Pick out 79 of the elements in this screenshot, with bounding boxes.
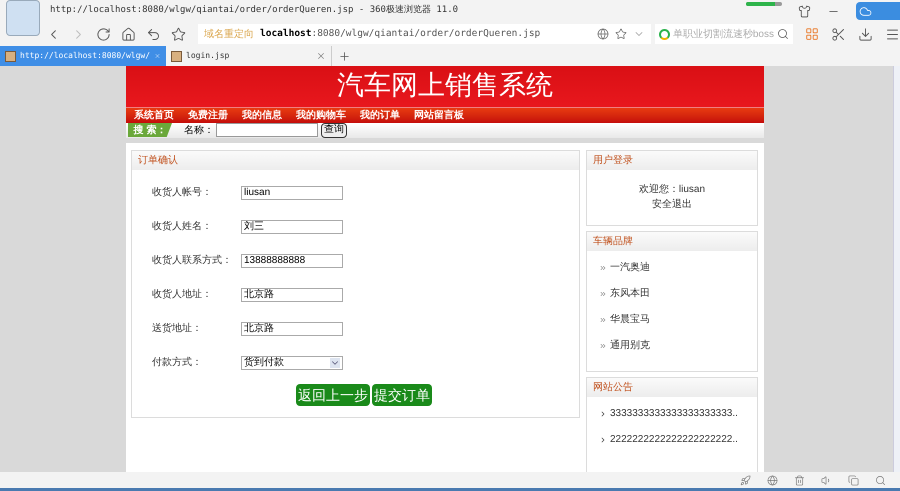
speaker-icon[interactable] xyxy=(821,474,832,486)
tab-favicon-icon xyxy=(5,50,16,62)
site-title: 汽车网上销售系统 xyxy=(337,69,553,103)
window-icon[interactable] xyxy=(848,474,859,486)
text-input[interactable]: 北京路 xyxy=(241,288,343,302)
chevron-icon xyxy=(599,410,607,418)
text-input[interactable]: 刘三 xyxy=(241,220,343,234)
close-icon[interactable] xyxy=(154,51,161,61)
new-tab-icon[interactable] xyxy=(338,50,351,63)
logout-link[interactable]: 安全退出 xyxy=(652,196,692,212)
form-button[interactable]: 返回上一步 xyxy=(296,384,370,406)
double-chevron-icon xyxy=(599,316,607,324)
brand-link[interactable]: 通用别克 xyxy=(610,338,650,353)
tab-favicon-icon xyxy=(171,50,182,62)
text-input[interactable]: liusan xyxy=(241,186,343,200)
cloud-icon[interactable] xyxy=(859,4,872,18)
search-placeholder: 单职业切割流速秒boss xyxy=(672,28,774,42)
search-engine-icon xyxy=(658,28,670,40)
field-label: 送货地址： xyxy=(152,322,203,336)
field-label: 收货人姓名： xyxy=(152,220,213,234)
search-icon[interactable] xyxy=(777,28,789,40)
address-bar[interactable]: 域名重定向 localhost:8080/wlgw/qiantai/order/orderQueren.jsp xyxy=(198,24,651,44)
payment-select[interactable]: 货到付款 xyxy=(241,356,343,370)
rocket-icon[interactable] xyxy=(740,474,751,486)
field-label: 收货人联系方式： xyxy=(152,254,233,268)
nav-link[interactable]: 免费注册 xyxy=(188,108,228,122)
close-icon[interactable] xyxy=(316,51,326,61)
panel-title: 订单确认 xyxy=(138,154,178,168)
panel-title: 车辆品牌 xyxy=(593,234,633,248)
tab-title: http://localhost:8080/wlgw/ xyxy=(20,50,150,62)
cloud-button[interactable] xyxy=(856,2,900,20)
address-url: localhost:8080/wlgw/qiantai/order/orderQueren.jsp xyxy=(260,26,540,41)
nav-link[interactable]: 我的购物车 xyxy=(296,108,346,122)
undo-icon[interactable] xyxy=(146,26,161,42)
speed-icon[interactable] xyxy=(767,474,778,486)
search-label: 名称： xyxy=(184,124,214,138)
shirt-icon[interactable] xyxy=(798,4,811,18)
select-value: 货到付款 xyxy=(244,356,284,370)
brand-link[interactable]: 一汽奥迪 xyxy=(610,260,650,275)
zoom-icon[interactable] xyxy=(875,474,886,486)
apps-icon[interactable] xyxy=(805,27,819,41)
scissors-icon[interactable] xyxy=(831,26,846,42)
notice-link[interactable]: 2222222222222222222222.. xyxy=(610,432,738,447)
panel-title: 用户登录 xyxy=(593,154,633,168)
reload-icon[interactable] xyxy=(96,26,111,42)
field-label: 付款方式： xyxy=(152,356,203,370)
field-label: 收货人帐号： xyxy=(152,186,213,200)
scrollbar[interactable] xyxy=(893,66,900,472)
nav-link[interactable]: 我的订单 xyxy=(360,108,400,122)
field-label: 收货人地址： xyxy=(152,288,213,302)
tab-title: login.jsp xyxy=(186,50,230,62)
bookmark-icon[interactable] xyxy=(614,28,627,40)
nav-link[interactable]: 系统首页 xyxy=(134,108,174,122)
text-input[interactable]: 北京路 xyxy=(241,322,343,336)
notice-link[interactable]: 3333333333333333333333.. xyxy=(610,406,738,421)
panel-title: 网站公告 xyxy=(593,380,633,394)
select-arrow-icon xyxy=(330,358,340,368)
form-button[interactable]: 提交订单 xyxy=(372,384,432,406)
brand-link[interactable]: 华晨宝马 xyxy=(610,312,650,327)
window-title: http://localhost:8080/wlgw/qiantai/order/orderQueren.jsp - 360极速浏览器 11.0 xyxy=(50,4,458,18)
search-tag: 搜 索： xyxy=(128,123,172,137)
double-chevron-icon xyxy=(599,342,607,350)
page-icon[interactable] xyxy=(596,28,609,40)
nav-link[interactable]: 我的信息 xyxy=(242,108,282,122)
double-chevron-icon xyxy=(599,290,607,298)
home-icon[interactable] xyxy=(121,26,136,42)
star-icon[interactable] xyxy=(171,26,186,42)
brand-link[interactable]: 东风本田 xyxy=(610,286,650,301)
query-button[interactable]: 查询 xyxy=(321,122,347,138)
download-icon[interactable] xyxy=(858,26,873,42)
text-input[interactable]: 13888888888 xyxy=(241,254,343,268)
menu-icon[interactable] xyxy=(885,26,900,42)
address-label: 域名重定向 xyxy=(204,28,254,42)
welcome-text: 欢迎您：liusan xyxy=(638,182,706,196)
double-chevron-icon xyxy=(599,264,607,272)
name-input[interactable] xyxy=(216,123,318,137)
trash-icon[interactable] xyxy=(794,474,805,486)
nav-link[interactable]: 网站留言板 xyxy=(414,108,464,122)
chevron-icon xyxy=(599,436,607,444)
